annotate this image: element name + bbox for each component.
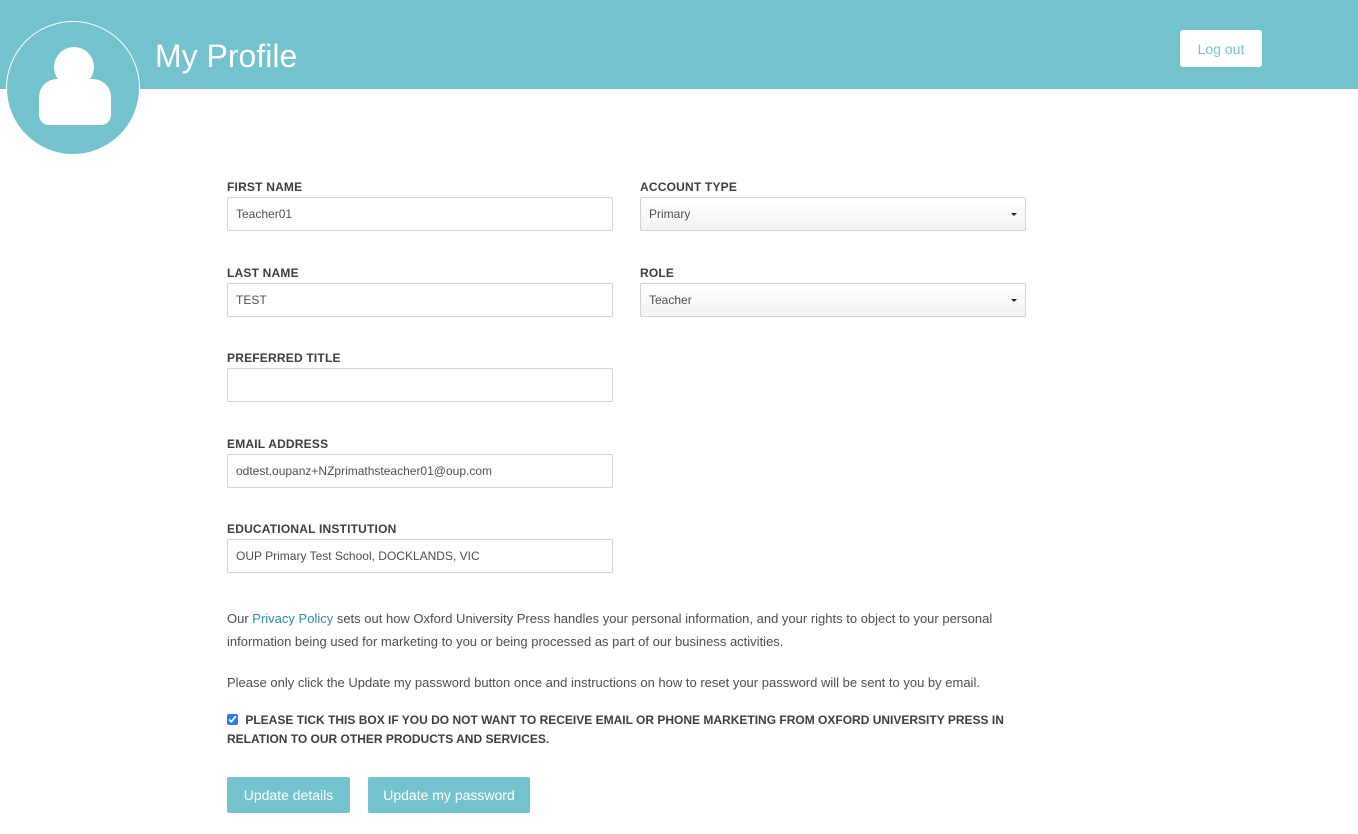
first-name-group: FIRST NAME — [227, 180, 613, 231]
first-name-label: FIRST NAME — [227, 180, 303, 194]
role-label: ROLE — [640, 266, 675, 280]
account-type-select[interactable]: Primary — [640, 197, 1026, 231]
preferred-title-input[interactable] — [227, 368, 613, 402]
update-details-button[interactable]: Update details — [227, 777, 350, 813]
page-title: My Profile — [155, 38, 298, 74]
privacy-policy-link[interactable]: Privacy Policy — [252, 611, 333, 626]
preferred-title-label: PREFERRED TITLE — [227, 351, 341, 365]
last-name-label: LAST NAME — [227, 266, 299, 280]
user-avatar — [6, 21, 140, 155]
preferred-title-group: PREFERRED TITLE — [227, 351, 613, 402]
institution-group: EDUCATIONAL INSTITUTION — [227, 522, 613, 573]
marketing-optout: PLEASE TICK THIS BOX IF YOU DO NOT WANT … — [227, 711, 1037, 749]
privacy-notice: Our Privacy Policy sets out how Oxford U… — [227, 607, 1027, 653]
account-type-value: Primary — [649, 207, 691, 221]
caret-down-icon — [1011, 299, 1017, 302]
role-value: Teacher — [649, 293, 692, 307]
role-select[interactable]: Teacher — [640, 283, 1026, 317]
logout-button[interactable]: Log out — [1180, 30, 1262, 67]
marketing-optout-checkbox[interactable] — [227, 714, 238, 725]
caret-down-icon — [1011, 213, 1017, 216]
last-name-group: LAST NAME — [227, 266, 613, 317]
email-group: EMAIL ADDRESS — [227, 437, 613, 488]
account-type-group: ACCOUNT TYPE Primary — [640, 180, 1026, 231]
institution-input[interactable] — [227, 539, 613, 573]
privacy-suffix: sets out how Oxford University Press han… — [227, 611, 993, 649]
email-input[interactable] — [227, 454, 613, 488]
institution-label: EDUCATIONAL INSTITUTION — [227, 522, 397, 536]
email-label: EMAIL ADDRESS — [227, 437, 329, 451]
update-password-button[interactable]: Update my password — [368, 777, 530, 813]
role-group: ROLE Teacher — [640, 266, 1026, 317]
last-name-input[interactable] — [227, 283, 613, 317]
first-name-input[interactable] — [227, 197, 613, 231]
privacy-prefix: Our — [227, 611, 253, 626]
account-type-label: ACCOUNT TYPE — [640, 180, 738, 194]
password-note: Please only click the Update my password… — [227, 675, 980, 690]
marketing-optout-label: PLEASE TICK THIS BOX IF YOU DO NOT WANT … — [227, 713, 1004, 746]
